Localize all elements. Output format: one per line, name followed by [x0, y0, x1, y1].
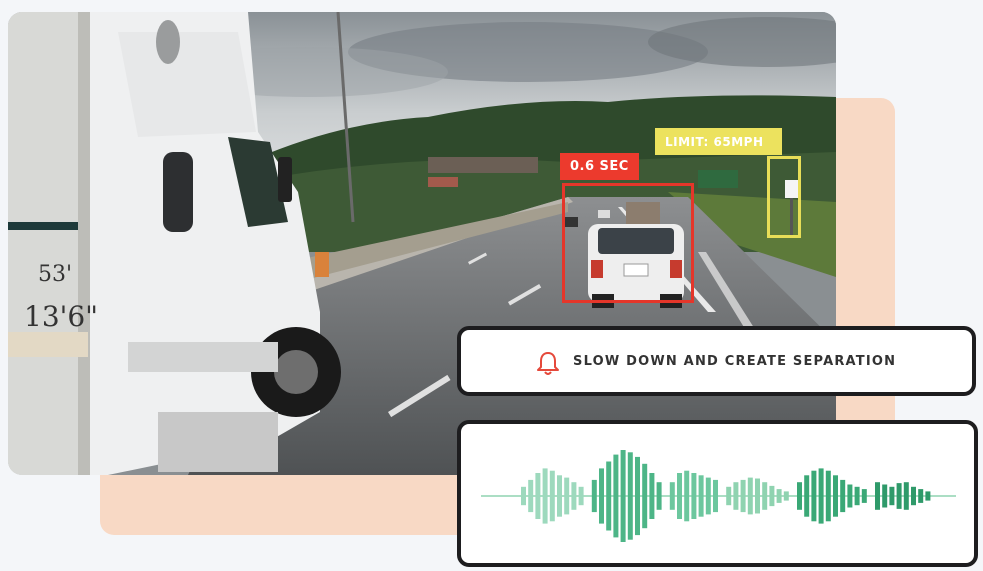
- waveform-bar: [740, 479, 746, 513]
- waveform-bar: [875, 482, 880, 510]
- waveform-bar: [747, 477, 753, 515]
- waveform-bar: [649, 473, 655, 519]
- waveform-bar: [726, 486, 732, 506]
- waveform-bar: [656, 482, 662, 510]
- waveform-bar: [571, 482, 577, 510]
- waveform-bar: [613, 454, 619, 538]
- waveform-bar: [557, 475, 562, 517]
- waveform-bar: [677, 473, 682, 519]
- waveform-bar: [825, 470, 831, 522]
- waveform-bar: [521, 486, 526, 506]
- road-camera-view: 53' 13'6": [8, 12, 836, 475]
- highway-scene: [8, 12, 836, 475]
- waveform-bar: [896, 483, 902, 509]
- waveform-bar: [755, 478, 760, 514]
- waveform-bar: [528, 479, 534, 513]
- waveform-bar: [635, 456, 640, 536]
- waveform-bar: [606, 461, 612, 531]
- waveform-bar: [797, 482, 802, 510]
- audio-waveform: [481, 450, 956, 542]
- waveform-bar: [911, 486, 916, 506]
- waveform-bar: [769, 485, 775, 507]
- audio-waveform-card: [457, 420, 978, 567]
- truck-height-label-bottom: 13'6": [24, 300, 99, 333]
- waveform-bar: [818, 468, 824, 524]
- waveform-bar: [669, 482, 675, 510]
- following-time-tag: 0.6 SEC: [560, 153, 639, 180]
- waveform-bar: [698, 475, 704, 517]
- waveform-bar: [776, 489, 782, 503]
- waveform-bar: [627, 452, 633, 540]
- waveform-bar: [733, 482, 739, 510]
- waveform-bar: [591, 479, 597, 513]
- waveform-bar: [861, 489, 867, 503]
- waveform-bar: [549, 470, 555, 522]
- waveform-bar: [882, 484, 888, 508]
- vehicle-detection-box: [562, 183, 694, 303]
- waveform-bar: [854, 486, 860, 506]
- waveform-bar: [599, 468, 604, 524]
- waveform-bar: [833, 475, 838, 517]
- waveform-bar: [642, 463, 648, 529]
- waveform-bar: [762, 482, 768, 510]
- waveform-bar: [783, 491, 789, 501]
- waveform-bar: [535, 473, 541, 519]
- waveform-bar: [620, 450, 626, 542]
- waveform-bar: [564, 477, 570, 515]
- waveform-bar: [925, 491, 931, 501]
- waveform-bar: [705, 477, 711, 515]
- waveform-bar: [684, 470, 690, 522]
- driver-alert-card: SLOW DOWN AND CREATE SEPARATION: [457, 326, 976, 396]
- waveform-bar: [903, 482, 909, 510]
- waveform-bar: [889, 486, 895, 506]
- waveform-bar: [840, 479, 846, 513]
- waveform-bar: [691, 473, 697, 519]
- waveform-bar: [847, 484, 853, 508]
- bell-icon: [533, 348, 563, 378]
- waveform-bar: [578, 486, 584, 506]
- waveform-bar: [542, 468, 548, 524]
- waveform-bar: [918, 489, 924, 503]
- waveform-bar: [804, 475, 810, 517]
- speed-sign-detection-box: [767, 156, 801, 238]
- waveform-bar: [811, 470, 817, 522]
- waveform-bar: [713, 479, 718, 513]
- truck-height-label-top: 53': [38, 262, 73, 287]
- alert-message: SLOW DOWN AND CREATE SEPARATION: [573, 354, 897, 369]
- speed-limit-tag: LIMIT: 65MPH: [655, 128, 782, 155]
